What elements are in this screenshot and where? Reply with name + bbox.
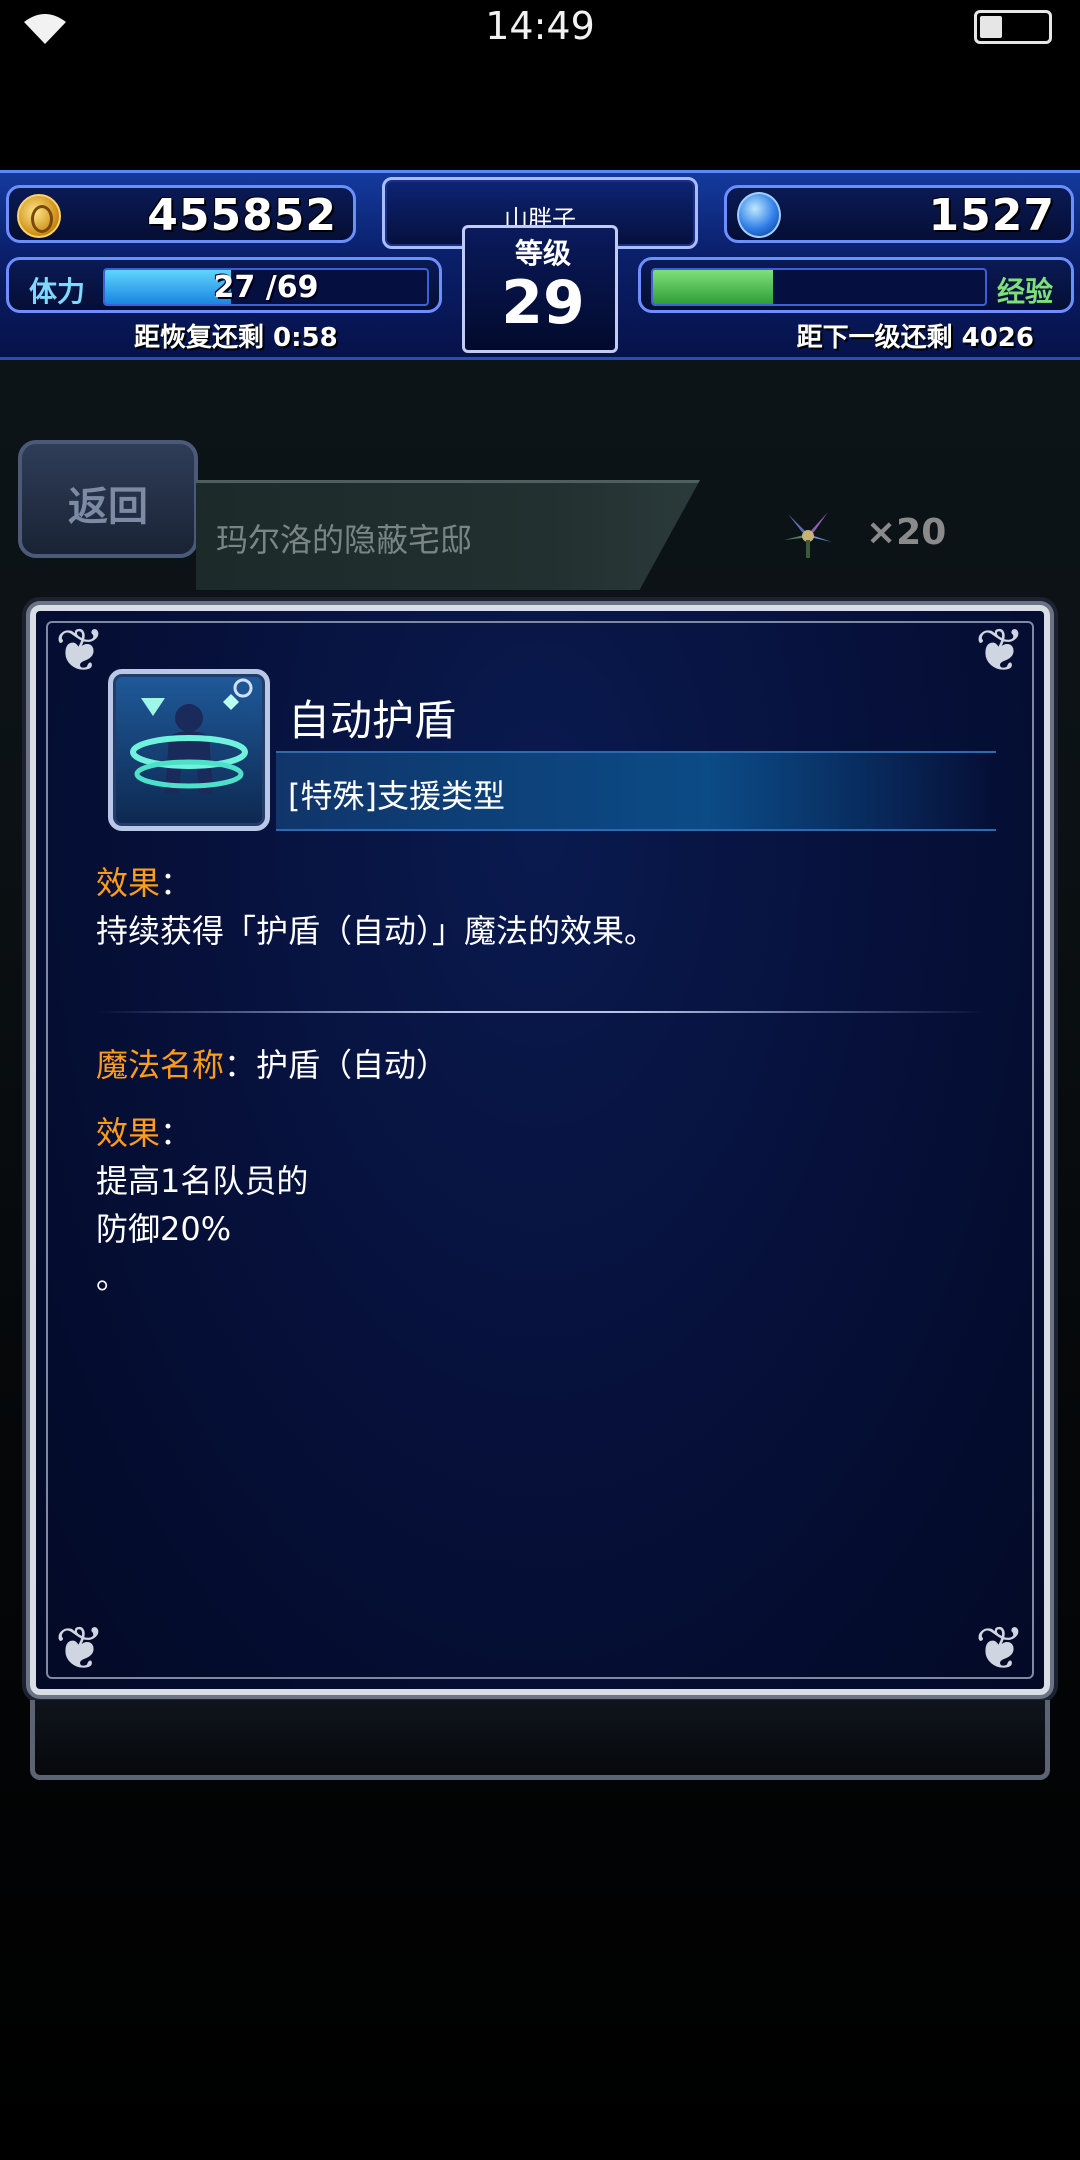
lower-frame — [30, 1700, 1050, 1780]
back-button[interactable]: 返回 — [18, 440, 198, 558]
recover-timer: 距恢复还剩 0:58 — [134, 323, 338, 353]
ability-type-bar: [特殊]支援类型 — [276, 751, 996, 831]
exp-label: 经验 — [996, 275, 1053, 308]
magic-name-line: 魔法名称：护盾（自动） — [96, 1041, 448, 1089]
effect2-heading: 效果 — [96, 1114, 161, 1152]
magic-name-heading: 魔法名称 — [96, 1046, 225, 1084]
gil-panel[interactable]: 455852 — [6, 185, 356, 243]
battery-icon — [974, 10, 1052, 44]
effect-text: 持续获得「护盾（自动）」魔法的效果。 — [96, 912, 657, 950]
gil-amount: 455852 — [147, 190, 337, 241]
level-label: 等级 — [514, 237, 571, 270]
status-bar: 14:49 — [0, 0, 1080, 60]
exp-panel: 经验 — [638, 257, 1074, 313]
auto-shield-icon — [108, 669, 270, 831]
ornament-corner-icon: ❦ — [974, 1614, 1026, 1684]
flower-icon — [784, 512, 832, 558]
effect2-line1: 提高1名队员的 — [96, 1162, 309, 1200]
level-box: 等级 29 — [462, 225, 618, 353]
gem-icon — [737, 192, 781, 238]
next-level-remaining: 距下一级还剩 4026 — [796, 323, 1034, 353]
effect2-colon: ： — [160, 1114, 193, 1152]
level-value: 29 — [501, 268, 585, 338]
ability-type: [特殊]支援类型 — [288, 777, 505, 815]
page: 14:49 455852 山胖子 等级 29 1527 体力 27 /69 距恢… — [0, 0, 1080, 2160]
stamina-label: 体力 — [29, 275, 86, 308]
top-hud: 455852 山胖子 等级 29 1527 体力 27 /69 距恢复还剩 0:… — [0, 170, 1080, 360]
ability-detail-dialog: ❦ ❦ ❦ ❦ 自动护盾 [特殊]支援类型 效果： 持续获得「护盾（自动）」魔法… — [30, 605, 1050, 1695]
gem-amount: 1527 — [928, 190, 1055, 241]
ability-name: 自动护盾 — [288, 696, 457, 745]
location-banner: 玛尔洛的隐蔽宅邸 — [196, 480, 700, 590]
ornament-corner-icon: ❦ — [54, 1614, 106, 1684]
effect2-line3: 。 — [96, 1258, 129, 1296]
stamina-bar: 27 /69 — [103, 268, 429, 306]
effect-heading: 效果 — [96, 864, 161, 902]
exp-fill — [653, 270, 773, 304]
item-counter: ×20 — [778, 506, 968, 562]
effect-heading-line: 效果： — [96, 859, 192, 907]
effect2-heading-line: 效果： — [96, 1109, 192, 1157]
exp-bar — [651, 268, 987, 306]
back-button-label: 返回 — [68, 484, 148, 530]
ornament-corner-icon: ❦ — [974, 616, 1026, 686]
effect2-line2: 防御20% — [96, 1210, 232, 1248]
gil-coin-icon — [17, 194, 61, 238]
location-name: 玛尔洛的隐蔽宅邸 — [216, 521, 473, 559]
item-count: ×20 — [866, 512, 947, 553]
effect-colon: ： — [160, 864, 193, 902]
stamina-panel: 体力 27 /69 — [6, 257, 442, 313]
stamina-value: 27 /69 — [213, 270, 319, 305]
battery-level — [980, 16, 1002, 38]
status-time: 14:49 — [485, 4, 595, 48]
divider — [96, 1011, 986, 1013]
gem-panel[interactable]: 1527 — [724, 185, 1074, 243]
magic-name-value: ：护盾（自动） — [224, 1046, 449, 1084]
